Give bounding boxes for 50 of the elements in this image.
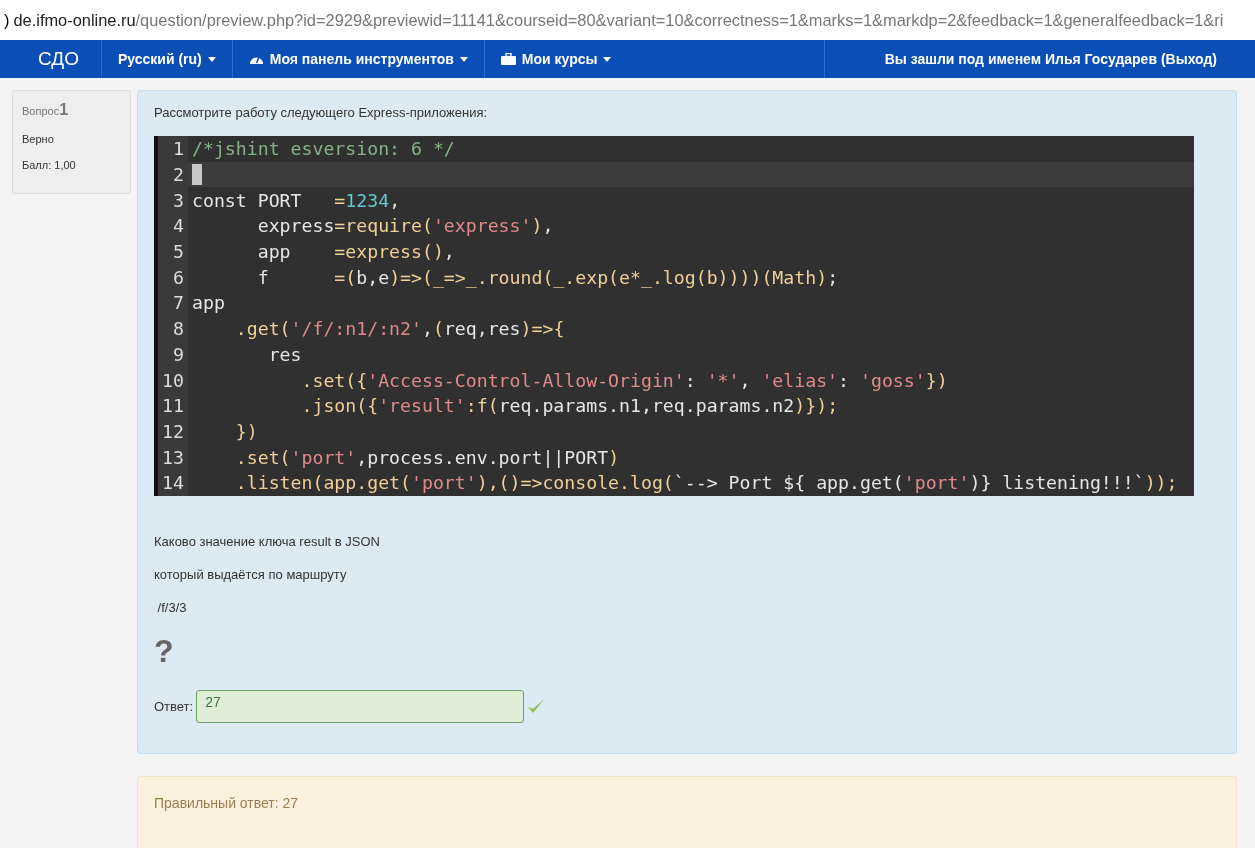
line-number: 7 <box>158 290 188 316</box>
line-number: 10 <box>158 367 188 393</box>
question-text: Каково значение ключа result в JSON <box>154 533 381 549</box>
code-line: .set({'Access-Control-Allow-Origin': '*', 'elias': 'goss'}) <box>300 369 948 391</box>
line-number: 13 <box>158 444 188 470</box>
question-text: /f/3/3 <box>156 599 188 615</box>
cut-off-glyph: ) <box>4 10 10 30</box>
code-line: /*jshint esversion: 6 */ <box>191 138 455 160</box>
code-line: .json({'result':f(req.params.n1,req.params.n2)}); <box>300 395 839 417</box>
code-line: .listen(app.get('port'),()=>console.log(`--> Port ${ app.get('port')} listening!!!`)); <box>234 472 1178 494</box>
answer-label: Ответ: <box>154 698 194 714</box>
line-number: 5 <box>158 238 188 265</box>
code-line: f =(b,e)=>(_=>_.round(_.exp(e*_.log(b))))(Math); <box>256 266 839 288</box>
code-line: app =express(), <box>256 241 455 263</box>
code-line: const PORT =1234, <box>191 189 401 211</box>
code-line: .set('port',process.env.port||PORT) <box>234 446 620 468</box>
code-line: .get('/f/:n1/:n2',(req,res)=>{ <box>234 318 565 340</box>
nav-menu[interactable]: Моя панель инструментов <box>231 40 484 78</box>
question-mark: ? <box>154 632 175 670</box>
answer-field[interactable]: 27 <box>196 689 525 723</box>
caret-icon <box>459 56 468 62</box>
address-bar-url[interactable]: de.ifmo-online.ru/question/preview.php?id=2929&previewid=11141&courseid=80&variant=10&correctness=1&marks=1&markdp=2&feedback=1&generalfeedback=1&ri <box>13 10 1224 30</box>
line-number: 3 <box>158 187 188 214</box>
correct-answer-text: Правильный ответ: 27 <box>154 794 299 811</box>
caret-icon <box>207 56 216 62</box>
line-number: 8 <box>158 315 188 342</box>
checkmark-icon <box>527 698 546 715</box>
question-grade: Балл: 1,00 <box>22 159 77 171</box>
line-number: 12 <box>158 418 188 445</box>
line-number: 9 <box>158 341 188 368</box>
line-number: 14 <box>158 469 188 496</box>
site-brand[interactable]: СДО <box>38 48 79 70</box>
user-login-link[interactable]: Вы зашли под именем Илья Государев (Выход) <box>823 40 1217 78</box>
code-line: }) <box>234 420 258 442</box>
line-number: 1 <box>158 136 188 162</box>
briefcase-icon <box>500 53 516 65</box>
text-cursor <box>192 164 202 186</box>
line-number: 11 <box>158 392 188 419</box>
question-text: Рассмотрите работу следующего Express-приложения: <box>154 105 489 120</box>
caret-icon <box>603 56 612 62</box>
code-line: express=require('express'), <box>256 215 554 237</box>
line-number: 6 <box>158 264 188 291</box>
line-number: 4 <box>158 213 188 239</box>
code-line: app <box>191 292 225 314</box>
nav-menu[interactable]: Мои курсы <box>483 40 628 78</box>
question-state: Верно <box>22 133 55 145</box>
question-text: который выдаётся по маршруту <box>154 566 348 582</box>
question-number: Вопрос1 <box>22 101 70 119</box>
nav-menu[interactable]: Русский (ru) <box>100 40 232 78</box>
code-line: res <box>267 343 302 365</box>
